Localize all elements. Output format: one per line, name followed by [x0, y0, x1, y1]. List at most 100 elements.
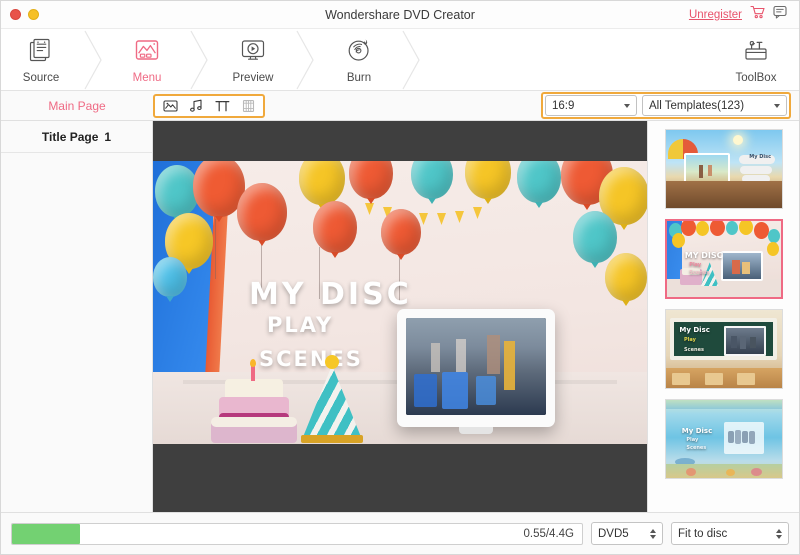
nav-separator — [399, 29, 425, 91]
nav-tab-source[interactable]: Source — [1, 29, 81, 91]
template-gallery[interactable]: My Disc MY DISC Play Scenes My Disc Play… — [647, 121, 799, 512]
insert-frame-button[interactable] — [235, 96, 261, 116]
window-controls — [1, 9, 39, 20]
sidebar-item-label: Title Page — [41, 129, 99, 144]
menu-play-text[interactable]: PLAY — [267, 313, 333, 337]
main-navigation: Source Menu Preview Burn ToolBox — [1, 29, 799, 91]
cake-candle-flame — [250, 359, 256, 367]
menu-canvas: MY DISC PLAY SCENES — [153, 161, 647, 444]
unregister-link[interactable]: Unregister — [689, 9, 742, 21]
balloon-string — [215, 219, 216, 279]
template-thumbnail-title: MY DISC — [684, 251, 723, 261]
aspect-ratio-value: 16:9 — [552, 99, 575, 112]
cake-candle — [251, 365, 255, 381]
aspect-ratio-select[interactable]: 16:9 — [545, 95, 637, 116]
video-thumbnail-frame[interactable] — [397, 309, 555, 434]
template-filter-value: All Templates(123) — [649, 99, 745, 112]
balloon — [381, 209, 421, 255]
main-body: Title Page 1 MY DISC PLAY SCENES My Disc… — [1, 121, 799, 512]
cake-frosting — [211, 417, 297, 427]
nav-tab-burn[interactable]: Burn — [319, 29, 399, 91]
picture-icon — [133, 36, 161, 69]
disc-capacity-bar: 0.55/4.4G — [11, 522, 583, 545]
sidebar-item-number: 1 — [104, 129, 112, 144]
sidebar-item-title-page[interactable]: Title Page 1 — [1, 121, 152, 153]
balloon — [605, 253, 647, 301]
template-thumbnail-scenes: Scenes — [689, 269, 710, 276]
disc-type-value: DVD5 — [598, 527, 629, 540]
nav-tab-toolbox-label: ToolBox — [735, 71, 777, 84]
nav-tab-toolbox[interactable]: ToolBox — [717, 29, 795, 91]
video-thumbnail-screen — [406, 318, 546, 415]
nav-separator — [293, 29, 319, 91]
template-thumbnail-underwater[interactable]: My Disc Play Scenes — [664, 399, 783, 479]
nav-tab-preview[interactable]: Preview — [213, 29, 293, 91]
cart-icon[interactable] — [750, 5, 765, 24]
balloon — [153, 257, 187, 297]
disc-capacity-fill — [12, 523, 81, 544]
template-thumbnail-scenes: Scenes — [686, 445, 707, 452]
insert-image-button[interactable] — [157, 96, 183, 116]
template-thumbnail-classroom[interactable]: My Disc Play Scenes — [664, 309, 783, 389]
nav-separator — [187, 29, 213, 91]
nav-tab-menu-label: Menu — [132, 71, 162, 84]
disc-type-select[interactable]: DVD5 — [591, 522, 663, 545]
template-thumbnail-title: My Disc — [679, 325, 710, 334]
party-hat-pom — [325, 355, 339, 369]
insert-music-button[interactable] — [183, 96, 209, 116]
tv-stand — [459, 427, 493, 434]
template-thumbnail-title: My Disc — [749, 154, 772, 161]
template-thumbnail-image: MY DISC Play Scenes — [666, 221, 781, 297]
balloon — [313, 201, 357, 253]
balloon — [573, 211, 617, 263]
template-thumbnail-image: My Disc Play Scenes — [665, 400, 782, 478]
toolbox-icon — [742, 36, 770, 69]
close-button[interactable] — [10, 9, 21, 20]
menu-preview-area[interactable]: MY DISC PLAY SCENES — [153, 121, 647, 512]
menu-title-text[interactable]: MY DISC — [249, 277, 412, 312]
documents-icon — [27, 36, 55, 69]
main-page-tab[interactable]: Main Page — [1, 99, 153, 113]
chevron-down-icon — [774, 103, 780, 108]
template-thumbnail-title: My Disc — [681, 426, 713, 435]
disc-capacity-text: 0.55/4.4G — [523, 527, 574, 540]
template-filter-select[interactable]: All Templates(123) — [642, 95, 787, 116]
stepper-arrows-icon — [776, 528, 782, 539]
template-thumbnail-birthday[interactable]: MY DISC Play Scenes — [664, 219, 783, 299]
message-icon[interactable] — [773, 5, 789, 24]
minimize-button[interactable] — [28, 9, 39, 20]
template-thumbnail-scenes: Scenes — [684, 346, 704, 353]
party-hat — [301, 355, 363, 443]
template-thumbnail-play: Play — [684, 337, 696, 344]
template-controls-group: 16:9 All Templates(123) — [541, 92, 791, 119]
fit-mode-value: Fit to disc — [678, 527, 728, 540]
template-thumbnail-play: Play — [686, 437, 699, 444]
birthday-cake — [211, 359, 297, 443]
nav-tab-preview-label: Preview — [232, 71, 274, 84]
balloon — [237, 183, 287, 241]
page-list-sidebar: Title Page 1 — [1, 121, 153, 512]
sub-toolbar: Main Page 16:9 All Templates(123) — [1, 91, 799, 121]
disc-flame-icon — [345, 36, 373, 69]
chevron-down-icon — [624, 103, 630, 108]
template-thumbnail-image: My Disc Play Scenes — [665, 310, 782, 388]
template-thumbnail-beach[interactable]: My Disc — [664, 129, 783, 209]
nav-tab-burn-label: Burn — [346, 71, 372, 84]
app-window: Wondershare DVD Creator Unregister Sourc… — [0, 0, 800, 555]
monitor-play-icon — [239, 36, 267, 69]
window-title: Wondershare DVD Creator — [325, 7, 475, 22]
party-hat-base — [301, 435, 363, 443]
insert-text-button[interactable] — [209, 96, 235, 116]
title-bar: Wondershare DVD Creator Unregister — [1, 1, 799, 29]
fit-mode-select[interactable]: Fit to disc — [671, 522, 789, 545]
nav-tab-source-label: Source — [22, 71, 60, 84]
stepper-arrows-icon — [650, 528, 656, 539]
template-thumbnail-play: Play — [689, 262, 702, 269]
menu-scene: MY DISC PLAY SCENES — [153, 161, 647, 444]
party-hat-cone — [303, 365, 361, 437]
nav-tab-menu[interactable]: Menu — [107, 29, 187, 91]
edit-tools-group — [153, 93, 265, 118]
title-bar-actions: Unregister — [689, 5, 799, 24]
template-thumbnail-image: My Disc — [665, 130, 782, 208]
nav-separator — [81, 29, 107, 91]
